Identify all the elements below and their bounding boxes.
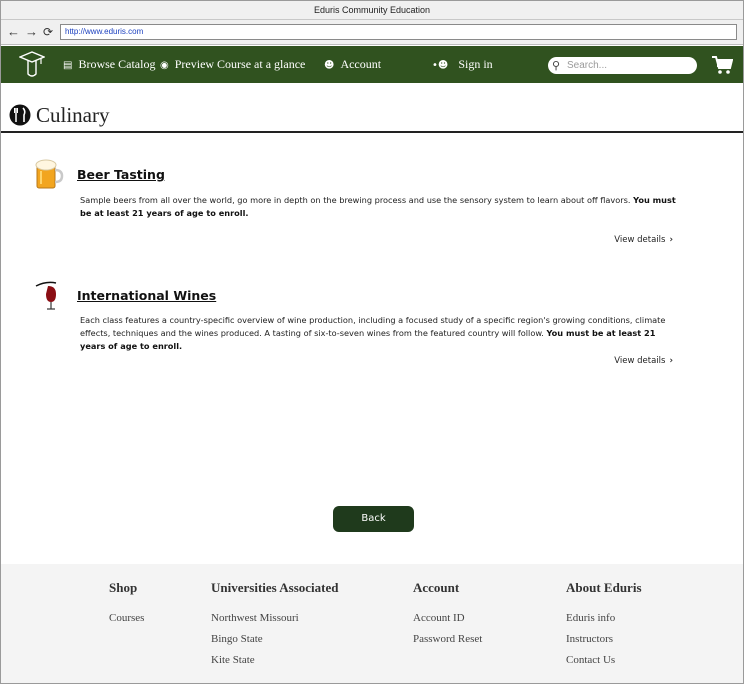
view-details-link[interactable]: View details › bbox=[614, 235, 673, 245]
graduation-cap-logo-icon[interactable] bbox=[19, 51, 45, 79]
wine-glass-icon bbox=[35, 281, 57, 310]
footer-heading: Account bbox=[413, 580, 460, 595]
footer-heading: Universities Associated bbox=[211, 580, 339, 595]
browser-window: Eduris Community Education ← → ⟳ http://… bbox=[0, 0, 744, 684]
heading-divider bbox=[1, 131, 743, 133]
site-nav: ▤ Browse Catalog ◉ Preview Course at a gla… bbox=[1, 46, 743, 83]
back-button[interactable]: Back bbox=[333, 506, 414, 532]
course-description: Each class features a country-specific o… bbox=[80, 315, 666, 351]
beer-mug-icon bbox=[35, 159, 64, 189]
page-title: Culinary bbox=[36, 103, 110, 127]
nav-sign-in[interactable]: •☻ Sign in bbox=[432, 46, 493, 83]
course-description: Sample beers from all over the world, go… bbox=[80, 195, 676, 218]
footer-column-account: Account Account ID Password Reset bbox=[413, 580, 482, 650]
search-icon: ⚲ bbox=[552, 59, 561, 72]
forward-arrow-icon[interactable]: → bbox=[25, 24, 38, 40]
reload-icon[interactable]: ⟳ bbox=[43, 24, 53, 40]
eye-icon: ◉ bbox=[160, 60, 169, 71]
footer-link[interactable]: Password Reset bbox=[413, 629, 482, 650]
chevron-right-icon: › bbox=[669, 235, 673, 245]
footer-link[interactable]: Instructors bbox=[566, 629, 642, 650]
footer-link[interactable]: Bingo State bbox=[211, 629, 338, 650]
search-input[interactable]: ⚲ Search... bbox=[548, 57, 697, 74]
course-title-beer-tasting[interactable]: Beer Tasting bbox=[77, 167, 165, 182]
footer-link[interactable]: Courses bbox=[109, 608, 144, 629]
back-arrow-icon[interactable]: ← bbox=[7, 24, 20, 40]
nav-preview-course[interactable]: ◉ Preview Course at a glance bbox=[160, 46, 305, 83]
sign-in-icon: •☻ bbox=[432, 60, 449, 71]
footer-heading: About Eduris bbox=[566, 580, 642, 595]
catalog-icon: ▤ bbox=[63, 60, 73, 71]
nav-browse-catalog[interactable]: ▤ Browse Catalog bbox=[63, 46, 155, 83]
footer-column-shop: Shop Courses bbox=[109, 580, 144, 629]
window-title: Eduris Community Education bbox=[1, 1, 743, 20]
search-placeholder: Search... bbox=[567, 60, 608, 71]
chevron-right-icon: › bbox=[669, 356, 673, 366]
footer-column-about: About Eduris Eduris info Instructors Con… bbox=[566, 580, 642, 671]
footer-link[interactable]: Contact Us bbox=[566, 650, 642, 671]
dinner-plate-icon bbox=[9, 104, 31, 126]
address-bar-row: ← → ⟳ http://www.eduris.com bbox=[1, 20, 743, 45]
footer-link[interactable]: Kite State bbox=[211, 650, 338, 671]
footer-heading: Shop bbox=[109, 580, 138, 595]
footer-link[interactable]: Eduris info bbox=[566, 608, 642, 629]
footer-column-universities: Universities Associated Northwest Missou… bbox=[211, 580, 338, 671]
footer-link[interactable]: Account ID bbox=[413, 608, 482, 629]
url-input[interactable]: http://www.eduris.com bbox=[60, 24, 737, 40]
shopping-cart-icon[interactable] bbox=[711, 55, 733, 75]
footer-link[interactable]: Northwest Missouri bbox=[211, 608, 338, 629]
course-title-international-wines[interactable]: International Wines bbox=[77, 288, 216, 303]
view-details-link[interactable]: View details › bbox=[614, 356, 673, 366]
footer: Shop Courses Universities Associated Nor… bbox=[1, 564, 743, 683]
account-icon: ☻ bbox=[324, 60, 335, 71]
nav-account[interactable]: ☻ Account bbox=[324, 46, 381, 83]
